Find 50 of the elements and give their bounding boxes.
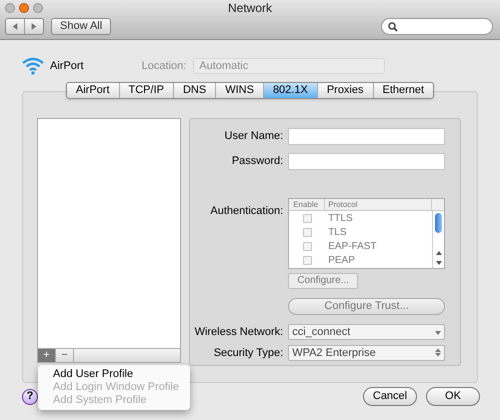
field-label: User Name:: [224, 129, 284, 144]
protocol-name: TLS: [327, 226, 347, 240]
field-label: Security Type:: [212, 346, 284, 360]
stepper-arrows-icon: [435, 348, 441, 358]
location-label: Location:: [142, 58, 186, 74]
back-forward-control[interactable]: [5, 18, 44, 35]
text-field[interactable]: [288, 153, 445, 170]
protocol-name: TTLS: [327, 212, 353, 226]
menu-item[interactable]: Add User Profile: [38, 368, 190, 381]
profile-list[interactable]: [37, 118, 182, 349]
cancel-button[interactable]: Cancel: [363, 387, 417, 406]
scroll-up-arrow-icon[interactable]: [436, 250, 442, 256]
configure-trust-button[interactable]: Configure Trust...: [288, 298, 445, 315]
text-field[interactable]: [288, 128, 445, 145]
checkbox[interactable]: [302, 242, 312, 250]
checkbox[interactable]: [302, 256, 312, 264]
field-label: Authentication:: [209, 204, 284, 219]
tab[interactable]: AirPort: [66, 83, 119, 98]
service-name: AirPort: [50, 58, 84, 74]
add-button[interactable]: +: [38, 349, 56, 362]
minimize-window-icon[interactable]: [19, 2, 29, 12]
location-popup: Automatic: [193, 58, 386, 74]
window-title: Network: [226, 0, 273, 16]
search-icon: [388, 22, 398, 32]
protocol-name: PEAP: [327, 254, 355, 268]
zoom-window-icon[interactable]: [33, 2, 43, 12]
search-field[interactable]: [381, 18, 493, 35]
close-window-icon[interactable]: [5, 2, 15, 12]
column-header[interactable]: Enable: [289, 199, 326, 210]
tab[interactable]: Ethernet: [372, 83, 434, 98]
column-header[interactable]: Protocol: [325, 199, 432, 210]
show-all-button[interactable]: Show All: [51, 18, 112, 35]
security-popup[interactable]: WPA2 Enterprise: [288, 344, 445, 361]
field-label: Wireless Network:: [194, 325, 284, 340]
remove-button[interactable]: −: [56, 349, 74, 362]
scroll-bar[interactable]: [432, 211, 444, 268]
field-label: Password:: [230, 154, 284, 170]
tab[interactable]: 802.1X: [262, 83, 317, 98]
wifi-icon: [22, 57, 44, 75]
tab[interactable]: Proxies: [316, 83, 372, 98]
network-combo-box[interactable]: cci_connect: [288, 324, 445, 340]
configure-button[interactable]: Configure...: [288, 273, 358, 289]
protocol-name: EAP-FAST: [327, 240, 377, 254]
tab[interactable]: DNS: [172, 83, 216, 98]
scroll-down-arrow-icon[interactable]: [436, 260, 442, 266]
tab[interactable]: TCP/IP: [118, 83, 173, 98]
help-button[interactable]: ?: [22, 388, 38, 404]
checkbox[interactable]: [302, 228, 312, 236]
ok-button[interactable]: OK: [426, 387, 480, 406]
checkbox[interactable]: [302, 214, 312, 222]
